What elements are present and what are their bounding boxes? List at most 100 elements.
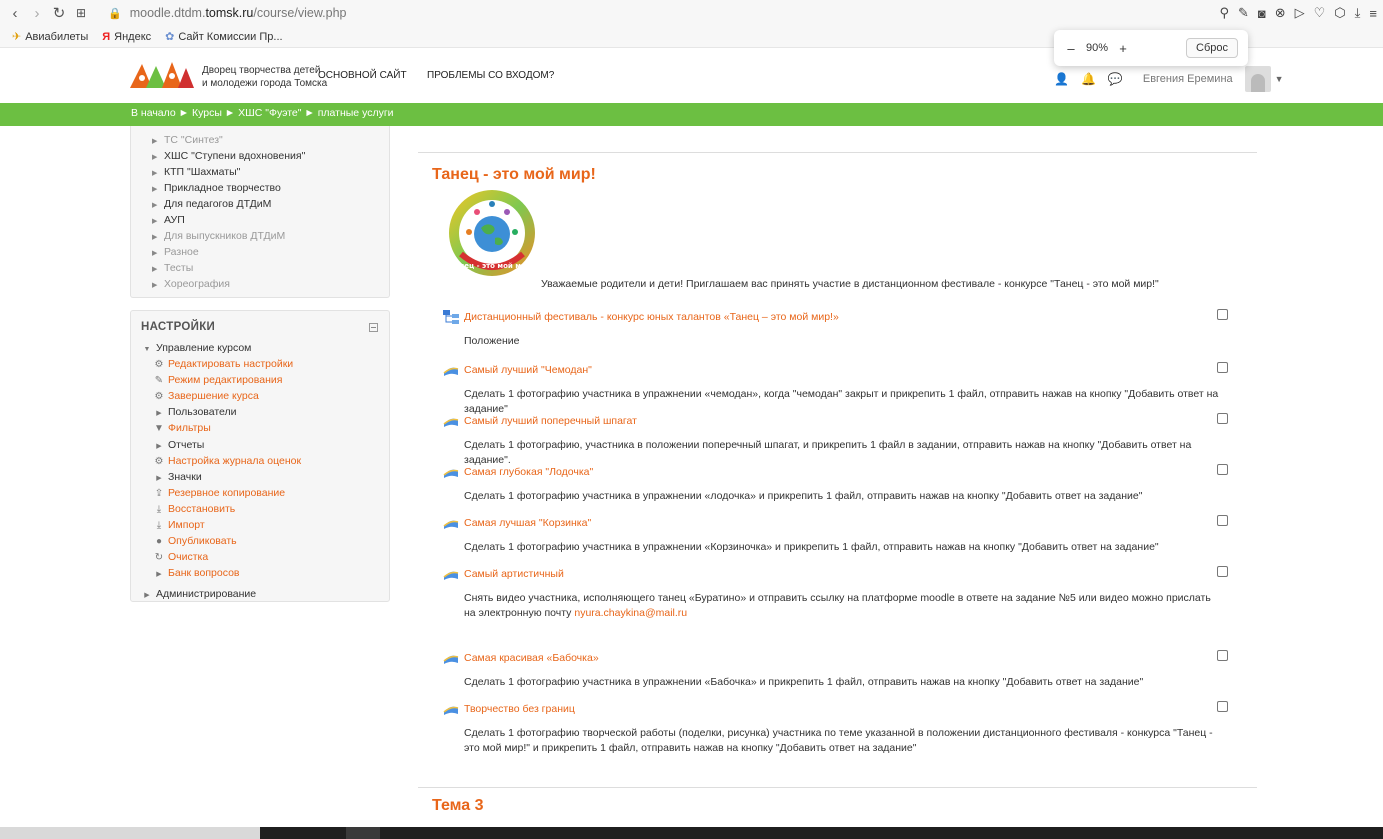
avatar[interactable] <box>1244 66 1271 92</box>
settings-item[interactable]: ✎ Режим редактирования <box>141 372 381 388</box>
nav-main-site[interactable]: ОСНОВНОЙ САЙТ <box>318 70 407 81</box>
assignment-icon <box>443 418 459 427</box>
activity-link[interactable]: Самая глубокая "Лодочка" <box>464 466 593 478</box>
settings-item[interactable]: ▼ Фильтры <box>141 420 381 436</box>
settings-item[interactable]: ▶ Банк вопросов <box>141 565 381 581</box>
reload-icon[interactable]: ↻ <box>48 4 70 22</box>
category-item[interactable]: ▶ Прикладное творчество <box>152 180 389 196</box>
completion-checkbox[interactable] <box>1217 464 1228 475</box>
completion-checkbox[interactable] <box>1217 650 1228 661</box>
category-item[interactable]: ▶ КТП "Шахматы" <box>152 164 389 180</box>
activity-link[interactable]: Самый лучший поперечный шпагат <box>464 415 637 427</box>
completion-checkbox[interactable] <box>1217 701 1228 712</box>
block-icon[interactable]: ⊗ <box>1275 5 1286 21</box>
completion-checkbox[interactable] <box>1217 362 1228 373</box>
settings-item[interactable]: ⚙ Редактировать настройки <box>141 356 381 372</box>
settings-item[interactable]: ⚙ Настройка журнала оценок <box>141 453 381 469</box>
breadcrumb-paid-services[interactable]: платные услуги <box>318 107 394 119</box>
settings-item[interactable]: ▶ Администрирование <box>141 586 381 602</box>
activity-description: Сделать 1 фотографию участника в упражне… <box>464 540 1224 555</box>
activity-link[interactable]: Самый лучший "Чемодан" <box>464 364 592 376</box>
user-name[interactable]: Евгения Еремина <box>1143 73 1233 85</box>
settings-item[interactable]: ⤓ Восстановить <box>141 501 381 517</box>
category-item[interactable]: ▶ Хореография <box>152 276 389 292</box>
completion-checkbox[interactable] <box>1217 309 1228 320</box>
org-name: Дворец творчества детей и молодежи город… <box>202 64 327 90</box>
gear-icon: ⚙ <box>154 359 164 371</box>
menu-icon[interactable]: ≡ <box>1369 6 1377 21</box>
assignment-icon <box>443 706 459 715</box>
triangle-right-icon: ▶ <box>156 571 162 579</box>
breadcrumb-fuete[interactable]: ХШС "Фуэте" <box>238 107 301 119</box>
bookmark-site-commission[interactable]: ✿ Сайт Комиссии Пр... <box>165 30 283 44</box>
screenshot-icon[interactable]: ◙ <box>1258 6 1266 21</box>
breadcrumb-separator: ► <box>304 107 315 119</box>
topic-3-title: Тема 3 <box>432 797 484 814</box>
nav-login-problems[interactable]: ПРОБЛЕМЫ СО ВХОДОМ? <box>427 70 554 81</box>
person-icon[interactable]: 👤 <box>1054 72 1069 86</box>
collapse-icon[interactable] <box>369 323 378 332</box>
activity-header: Самый лучший поперечный шпагат <box>443 413 1233 429</box>
activity-header: Творчество без границ <box>443 701 1233 717</box>
category-item[interactable]: ▶ Тесты <box>152 260 389 276</box>
settings-item[interactable]: ▶ Пользователи <box>141 404 381 420</box>
breadcrumb-courses[interactable]: Курсы <box>192 107 222 119</box>
email-link[interactable]: nyura.chaykina@mail.ru <box>574 607 687 619</box>
category-item[interactable]: ▶ ХШС "Ступени вдохновения" <box>152 148 389 164</box>
bookmark-aviabilety[interactable]: ✈ Авиабилеты <box>12 30 88 44</box>
site-logo[interactable] <box>128 58 196 90</box>
bookmark-yandex[interactable]: Я Яндекс <box>102 31 151 43</box>
settings-item[interactable]: ↻ Очистка <box>141 549 381 565</box>
category-item[interactable]: ▶ Для педагогов ДТДиМ <box>152 196 389 212</box>
settings-item[interactable]: ▶ Значки <box>141 469 381 485</box>
taskbar <box>0 827 1383 839</box>
assignment-icon <box>443 469 459 478</box>
address-bar[interactable]: moodle.dtdm.tomsk.ru/course/view.php <box>130 6 347 20</box>
search-icon[interactable]: ⚲ <box>1219 5 1229 21</box>
back-icon[interactable]: ‹ <box>4 5 26 22</box>
settings-list: ▼ Управление курсом ⚙ Редактировать настрой… <box>141 340 381 603</box>
category-item[interactable]: ▶ ТС "Синтез" <box>152 132 389 148</box>
settings-item[interactable]: ▼ Управление курсом <box>141 340 381 356</box>
completion-checkbox[interactable] <box>1217 515 1228 526</box>
edit-icon[interactable]: ✎ <box>1238 5 1249 21</box>
settings-item[interactable]: ⚙ Завершение курса <box>141 388 381 404</box>
download-icon[interactable]: ⤓ <box>1355 5 1361 21</box>
forward-icon[interactable]: › <box>26 5 48 22</box>
lock-icon[interactable]: 🔒 <box>108 7 122 20</box>
zoom-in-button[interactable]: + <box>1116 41 1130 56</box>
settings-item[interactable]: ▶ Отчеты <box>141 437 381 453</box>
filter-icon: ▼ <box>154 423 164 435</box>
chevron-down-icon[interactable]: ▼ <box>1275 74 1284 84</box>
extension-icon[interactable]: ⬡ <box>1334 5 1345 21</box>
settings-item[interactable]: ⇪ Резервное копирование <box>141 485 381 501</box>
breadcrumb-home[interactable]: В начало <box>131 107 176 119</box>
category-item[interactable]: ▶ Разное <box>152 244 389 260</box>
completion-checkbox[interactable] <box>1217 413 1228 424</box>
festival-logo-text: Танец - это мой мир! <box>450 262 534 270</box>
settings-item-label: Банк вопросов <box>168 567 240 580</box>
category-item[interactable]: ▶ Для выпускников ДТДиМ <box>152 228 389 244</box>
bookmark-label: Сайт Комиссии Пр... <box>178 30 283 43</box>
activity-link[interactable]: Дистанционный фестиваль - конкурс юных т… <box>464 311 839 323</box>
tabs-grid-icon[interactable]: ⊞ <box>70 6 92 20</box>
settings-item-label: Восстановить <box>168 502 236 515</box>
activity-description: Положение <box>464 334 1224 349</box>
settings-item[interactable]: ⤓ Импорт <box>141 517 381 533</box>
messages-icon[interactable]: 💬 <box>1108 72 1123 86</box>
zoom-reset-button[interactable]: Сброс <box>1186 38 1238 58</box>
settings-item[interactable]: ● Опубликовать <box>141 533 381 549</box>
send-icon[interactable]: ▷ <box>1295 5 1305 21</box>
taskbar-app[interactable] <box>346 827 380 839</box>
zoom-out-button[interactable]: – <box>1064 41 1078 56</box>
notifications-icon[interactable]: 🔔 <box>1081 72 1096 86</box>
settings-block: НАСТРОЙКИ ▼ Управление курсом ⚙ Редактирова… <box>130 310 390 602</box>
completion-checkbox[interactable] <box>1217 566 1228 577</box>
activity-link[interactable]: Творчество без границ <box>464 703 575 715</box>
breadcrumb-separator: ► <box>224 107 236 119</box>
activity-link[interactable]: Самый артистичный <box>464 568 564 580</box>
category-item[interactable]: ▶ АУП <box>152 212 389 228</box>
activity-link[interactable]: Самая лучшая "Корзинка" <box>464 517 591 529</box>
activity-link[interactable]: Самая красивая «Бабочка» <box>464 652 599 664</box>
heart-icon[interactable]: ♡ <box>1314 5 1326 21</box>
